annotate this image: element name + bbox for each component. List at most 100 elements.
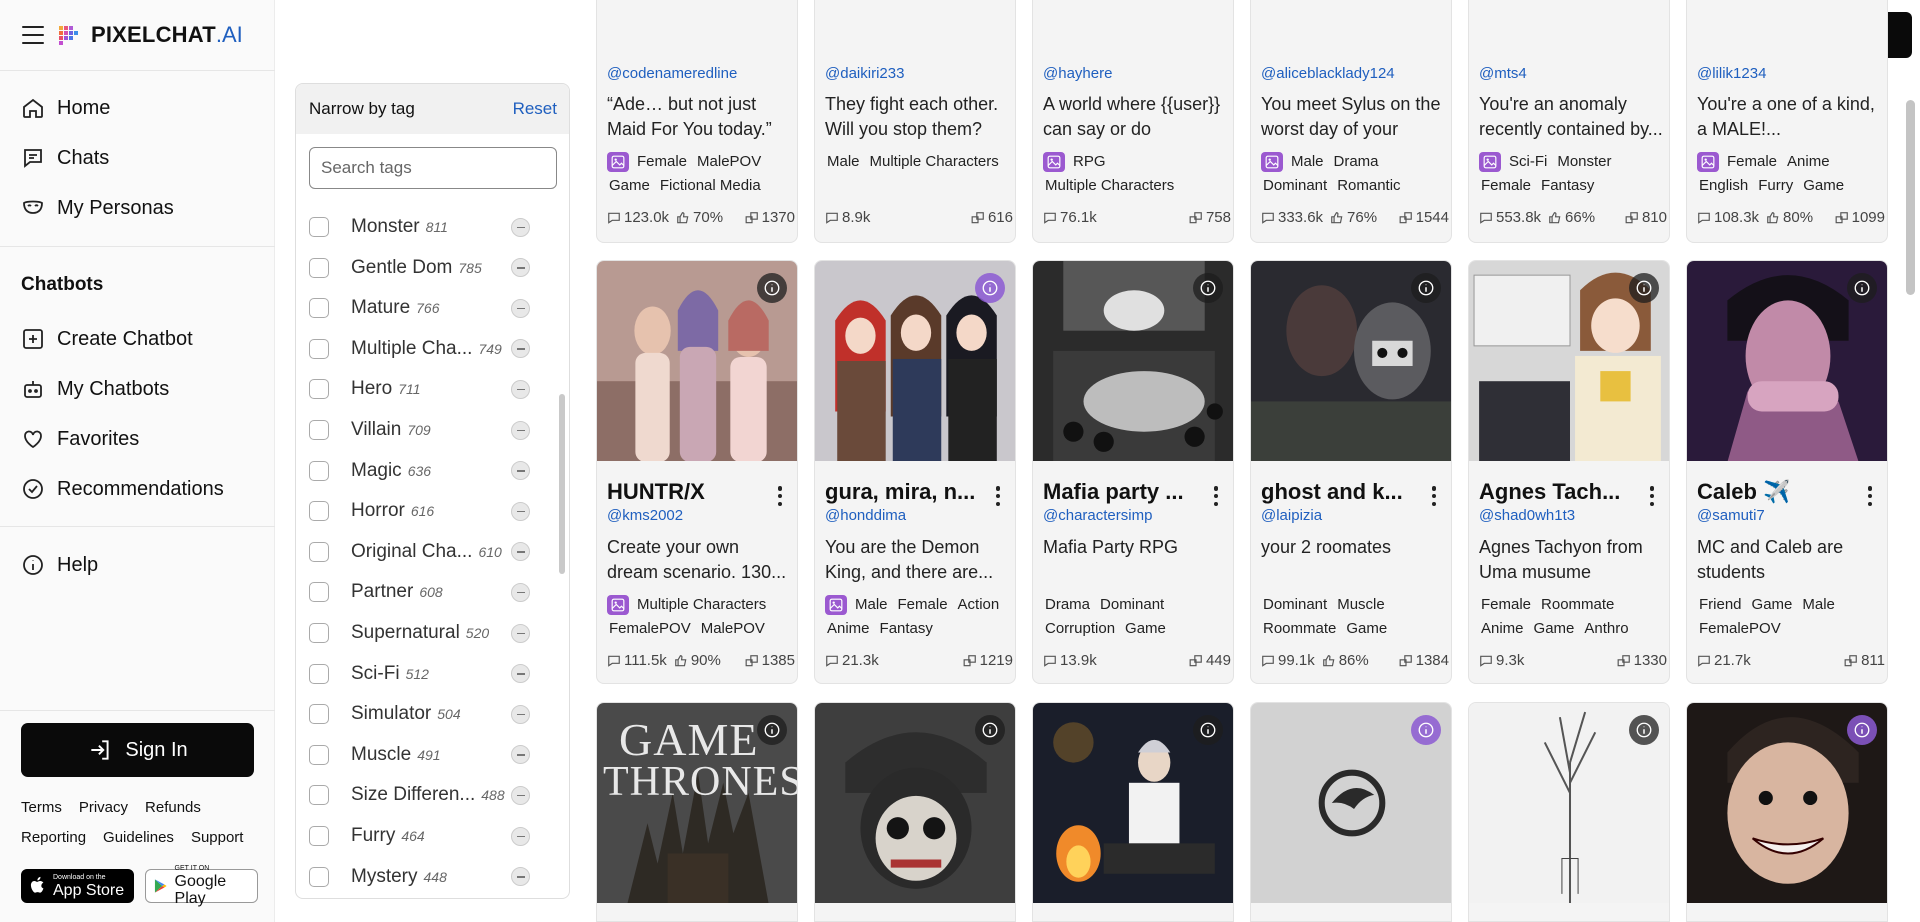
tag-exclude-button[interactable]: [511, 501, 530, 521]
tag-chip[interactable]: Female: [1479, 595, 1533, 615]
tag-exclude-button[interactable]: [511, 826, 530, 846]
card-author[interactable]: @daikiri233: [825, 65, 1010, 82]
card-author[interactable]: @mts4: [1479, 65, 1664, 82]
tag-checkbox[interactable]: [309, 866, 329, 887]
card-author[interactable]: @codenameredline: [607, 65, 792, 82]
tag-chip[interactable]: Drama: [1043, 595, 1092, 615]
tag-chip[interactable]: Male: [825, 152, 862, 172]
tag-checkbox[interactable]: [309, 826, 329, 846]
chatbot-card[interactable]: @lilik1234 You're a one of a kind, a MALE…: [1686, 0, 1888, 243]
chatbot-card[interactable]: [814, 702, 1016, 922]
card-author[interactable]: @samuti7: [1697, 507, 1882, 524]
tag-exclude-button[interactable]: [511, 339, 530, 359]
tag-checkbox[interactable]: [309, 217, 329, 237]
tag-exclude-button[interactable]: [511, 258, 530, 278]
tag-chip[interactable]: Drama: [1332, 152, 1381, 172]
tag-checkbox[interactable]: [309, 744, 329, 765]
sidebar-sign-in-button[interactable]: Sign In: [21, 723, 254, 777]
info-icon[interactable]: [1411, 715, 1441, 745]
tag-checkbox[interactable]: [309, 501, 329, 522]
footer-link-reporting[interactable]: Reporting: [21, 829, 86, 846]
info-icon[interactable]: [757, 273, 787, 303]
more-options-icon[interactable]: [1867, 486, 1873, 506]
tag-chip[interactable]: Dominant: [1098, 595, 1166, 615]
chatbot-card[interactable]: Caleb ✈️ @samuti7 MC and Caleb are student…: [1686, 260, 1888, 684]
tag-chip[interactable]: Roommate: [1261, 619, 1338, 639]
more-options-icon[interactable]: [1649, 486, 1655, 506]
chatbot-card[interactable]: @aliceblacklady124 You meet Sylus on the …: [1250, 0, 1452, 243]
tag-checkbox[interactable]: [309, 582, 329, 603]
card-title[interactable]: Mafia party ...: [1043, 479, 1203, 505]
google-play-button[interactable]: GET IT ON Google Play: [145, 865, 258, 907]
brand-name[interactable]: PIXELCHAT: [91, 22, 216, 48]
card-title[interactable]: HUNTR/X: [607, 479, 767, 505]
tag-checkbox[interactable]: [309, 704, 329, 725]
tag-exclude-button[interactable]: [511, 582, 530, 602]
card-author[interactable]: @charactersimp: [1043, 507, 1228, 524]
chatbot-card[interactable]: [1250, 702, 1452, 922]
tag-reset-link[interactable]: Reset: [513, 99, 557, 119]
nav-home[interactable]: Home: [21, 93, 110, 123]
more-options-icon[interactable]: [1213, 486, 1219, 506]
tag-chip[interactable]: Friend: [1697, 595, 1744, 615]
tag-exclude-button[interactable]: [511, 298, 530, 318]
info-icon[interactable]: [1847, 273, 1877, 303]
chatbot-card[interactable]: @daikiri233 They fight each other. Will y…: [814, 0, 1016, 243]
tag-chip[interactable]: Anthro: [1582, 619, 1630, 639]
card-author[interactable]: @kms2002: [607, 507, 792, 524]
info-icon[interactable]: [757, 715, 787, 745]
chatbot-card[interactable]: gura, mira, n... @honddima You are the Dem…: [814, 260, 1016, 684]
chatbot-card[interactable]: ghost and k... @laipizia your 2 roomates Do…: [1250, 260, 1452, 684]
info-icon[interactable]: [1847, 715, 1877, 745]
tag-chip[interactable]: Female: [1725, 152, 1779, 172]
tag-checkbox[interactable]: [309, 379, 329, 400]
nav-create-chatbot[interactable]: Create Chatbot: [21, 324, 193, 354]
footer-link-refunds[interactable]: Refunds: [145, 799, 201, 816]
tag-exclude-button[interactable]: [511, 217, 530, 237]
tag-chip[interactable]: English: [1697, 176, 1750, 196]
tag-chip[interactable]: Monster: [1555, 152, 1613, 172]
tag-exclude-button[interactable]: [511, 420, 530, 440]
chatbot-card[interactable]: Agnes Tach... @shad0wh1t3 Agnes Tachyon fr…: [1468, 260, 1670, 684]
info-icon[interactable]: [1411, 273, 1441, 303]
chatbot-card[interactable]: @hayhere A world where {{user}} can say o…: [1032, 0, 1234, 243]
tag-checkbox[interactable]: [309, 338, 329, 359]
info-icon[interactable]: [1629, 273, 1659, 303]
tag-exclude-button[interactable]: [511, 623, 530, 643]
tag-exclude-button[interactable]: [511, 867, 530, 887]
tag-checkbox[interactable]: [309, 460, 329, 481]
tag-search-input[interactable]: [309, 147, 557, 189]
tag-chip[interactable]: FemalePOV: [607, 619, 693, 639]
tag-checkbox[interactable]: [309, 623, 329, 643]
chatbot-card[interactable]: Mafia party ... @charactersimp Mafia Party…: [1032, 260, 1234, 684]
tag-exclude-button[interactable]: [511, 379, 530, 399]
tag-chip[interactable]: Roommate: [1539, 595, 1616, 615]
card-author[interactable]: @aliceblacklady124: [1261, 65, 1446, 82]
card-title[interactable]: Agnes Tach...: [1479, 479, 1639, 505]
nav-favorites[interactable]: Favorites: [21, 424, 139, 454]
tag-chip[interactable]: RPG: [1071, 152, 1108, 172]
tag-chip[interactable]: Furry: [1756, 176, 1795, 196]
tag-chip[interactable]: Anime: [1785, 152, 1832, 172]
tag-chip[interactable]: Fantasy: [878, 619, 935, 639]
tag-chip[interactable]: Male: [853, 595, 890, 615]
card-title[interactable]: Caleb ✈️: [1697, 479, 1857, 505]
tag-chip[interactable]: Anime: [825, 619, 872, 639]
card-author[interactable]: @lilik1234: [1697, 65, 1882, 82]
nav-personas[interactable]: My Personas: [21, 193, 174, 223]
tag-chip[interactable]: MalePOV: [699, 619, 767, 639]
tag-chip[interactable]: Action: [956, 595, 1002, 615]
tag-checkbox[interactable]: [309, 541, 329, 562]
more-options-icon[interactable]: [1431, 486, 1437, 506]
app-store-button[interactable]: Download on the App Store: [21, 869, 134, 903]
nav-help[interactable]: Help: [21, 550, 98, 580]
tag-chip[interactable]: Multiple Characters: [635, 595, 768, 615]
tag-exclude-button[interactable]: [511, 745, 530, 765]
info-icon[interactable]: [1193, 273, 1223, 303]
tag-checkbox[interactable]: [309, 785, 329, 806]
info-icon[interactable]: [1629, 715, 1659, 745]
tag-chip[interactable]: Male: [1289, 152, 1326, 172]
hamburger-icon[interactable]: [22, 26, 44, 44]
tag-chip[interactable]: Game: [1801, 176, 1846, 196]
tag-chip[interactable]: Game: [1344, 619, 1389, 639]
